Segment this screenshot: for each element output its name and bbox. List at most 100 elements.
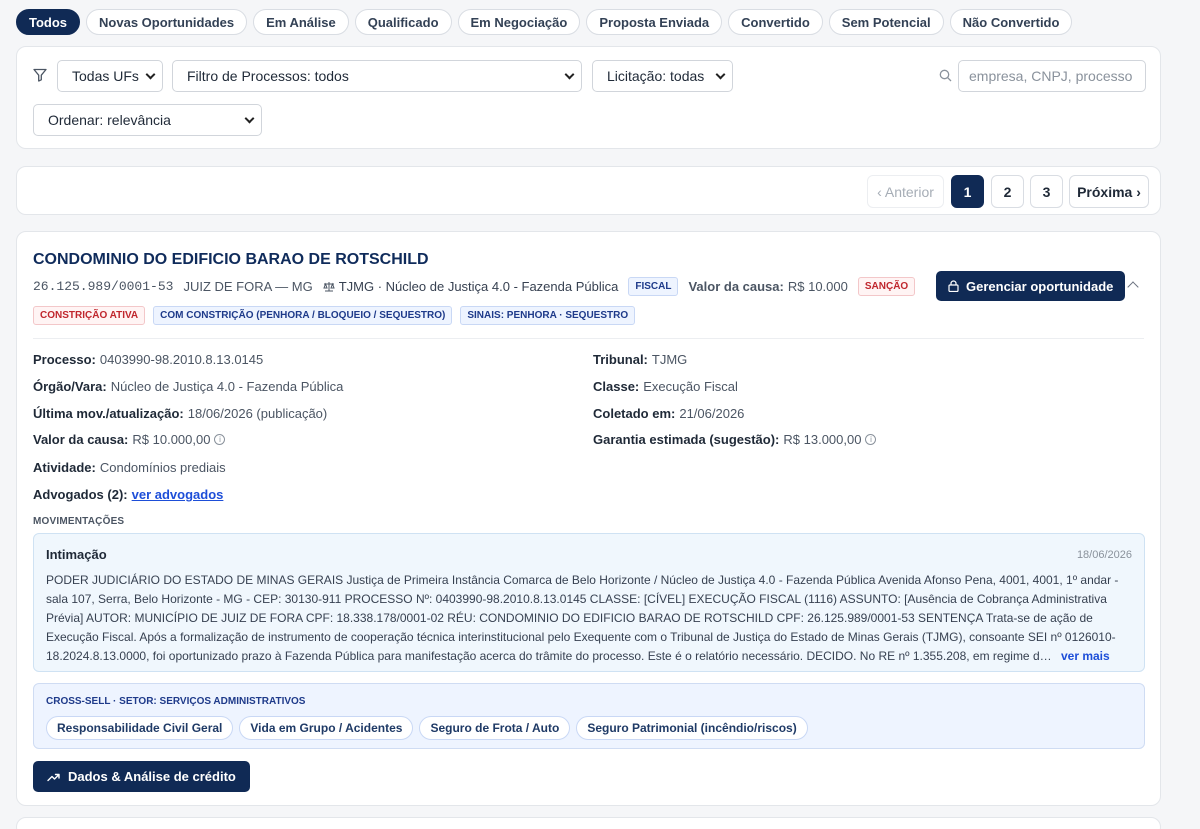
status-tabs: Todos Novas Oportunidades Em Análise Qua… <box>16 9 1073 35</box>
constricao-ativa-badge: CONSTRIÇÃO ATIVA <box>33 306 146 325</box>
advogados-label: Advogados (2): <box>33 487 128 502</box>
collapse-icon[interactable] <box>1127 281 1139 293</box>
filter-icon <box>33 68 47 82</box>
atividade-field: Atividade: Condomínios prediais <box>33 460 226 475</box>
filters-panel: Todas UFs Filtro de Processos: todos Lic… <box>16 46 1161 149</box>
manage-opportunity-label: Gerenciar oportunidade <box>966 278 1114 294</box>
tab-nao-convertido[interactable]: Não Convertido <box>949 9 1073 35</box>
uf-select[interactable]: Todas UFs <box>57 60 163 92</box>
divider <box>33 338 1144 339</box>
ordenar-select[interactable]: Ordenar: relevância <box>33 104 262 136</box>
cross-sell-panel: CROSS-SELL · SETOR: SERVIÇOS ADMINISTRAT… <box>33 683 1145 749</box>
processo-value: 0403990-98.2010.8.13.0145 <box>99 352 264 367</box>
com-constricao-badge: COM CONSTRIÇÃO (PENHORA / BLOQUEIO / SEQ… <box>153 306 453 325</box>
next-card-edge <box>16 817 1161 829</box>
uf-select-value: Todas UFs <box>72 68 139 84</box>
chevron-down-icon <box>564 69 575 79</box>
chip-responsabilidade-civil[interactable]: Responsabilidade Civil Geral <box>46 716 234 740</box>
licitacao-select[interactable]: Licitação: todas <box>592 60 733 92</box>
ultima-mov-value: 18/06/2026 (publicação) <box>187 406 328 421</box>
fiscal-badge: FISCAL <box>628 277 679 296</box>
next-page-button[interactable]: Próxima › <box>1069 175 1149 208</box>
movimentacao-item: Intimação 18/06/2026 PODER JUDICIÁRIO DO… <box>33 533 1145 672</box>
coletado-field: Coletado em: 21/06/2026 <box>593 406 744 421</box>
trending-up-icon <box>47 773 60 781</box>
sinais-badge: SINAIS: PENHORA · SEQUESTRO <box>460 306 636 325</box>
page-2-button[interactable]: 2 <box>991 175 1024 208</box>
prev-page-button[interactable]: ‹ Anterior <box>867 175 944 208</box>
manage-opportunity-button[interactable]: Gerenciar oportunidade <box>936 271 1126 301</box>
page-1-button[interactable]: 1 <box>951 175 984 208</box>
search-icon <box>939 69 952 82</box>
tribunal-field: Tribunal: TJMG <box>593 352 687 367</box>
tab-convertido[interactable]: Convertido <box>728 9 823 35</box>
company-meta: 26.125.989/0001-53 JUIZ DE FORA — MG TJM… <box>33 277 916 296</box>
tab-em-negociacao[interactable]: Em Negociação <box>457 9 581 35</box>
ver-mais-link[interactable]: ver mais <box>1061 649 1110 663</box>
chip-seguro-frota[interactable]: Seguro de Frota / Auto <box>419 716 571 740</box>
credit-analysis-label: Dados & Análise de crédito <box>68 769 236 784</box>
movimentacao-date: 18/06/2026 <box>1076 549 1132 561</box>
orgao-value: Núcleo de Justiça 4.0 - Fazenda Pública <box>110 379 344 394</box>
chip-seguro-patrimonial[interactable]: Seguro Patrimonial (incêndio/riscos) <box>576 716 808 740</box>
chevron-down-icon <box>715 69 726 79</box>
valor-causa-value: R$ 10.000,00 <box>132 432 211 447</box>
info-icon[interactable]: i <box>214 434 226 445</box>
chip-vida-em-grupo[interactable]: Vida em Grupo / Acidentes <box>239 716 414 740</box>
valor-causa-field: Valor da causa: R$ 10.000,00 i <box>33 432 226 447</box>
cnpj: 26.125.989/0001-53 <box>33 279 174 294</box>
search-input[interactable] <box>958 60 1146 92</box>
chevron-down-icon <box>244 113 255 123</box>
chevron-down-icon <box>145 69 156 79</box>
movimentacoes-label: MOVIMENTAÇÕES <box>33 516 125 527</box>
tribunal-value: TJMG <box>651 352 688 367</box>
coletado-label: Coletado em: <box>593 406 676 421</box>
page-3-button[interactable]: 3 <box>1030 175 1063 208</box>
classe-value: Execução Fiscal <box>643 379 738 394</box>
tab-todos[interactable]: Todos <box>16 9 81 35</box>
processos-select[interactable]: Filtro de Processos: todos <box>172 60 582 92</box>
pagination-bar: ‹ Anterior 1 2 3 Próxima › <box>16 166 1161 215</box>
ordenar-select-value: Ordenar: relevância <box>48 112 171 128</box>
credit-analysis-button[interactable]: Dados & Análise de crédito <box>33 761 250 792</box>
atividade-value: Condomínios prediais <box>99 460 226 475</box>
scales-icon <box>323 282 335 292</box>
licitacao-select-value: Licitação: todas <box>607 68 705 84</box>
garantia-field: Garantia estimada (sugestão): R$ 13.000,0… <box>593 432 877 447</box>
ver-advogados-link[interactable]: ver advogados <box>132 487 224 502</box>
tab-novas-oportunidades[interactable]: Novas Oportunidades <box>86 9 248 35</box>
lock-icon <box>948 280 959 292</box>
cross-sell-chips: Responsabilidade Civil Geral Vida em Gru… <box>46 716 808 740</box>
movimentacao-text: PODER JUDICIÁRIO DO ESTADO DE MINAS GERA… <box>46 571 1134 666</box>
valor-label: Valor da causa: <box>688 279 784 294</box>
city: JUIZ DE FORA — MG <box>183 279 313 294</box>
tab-em-analise[interactable]: Em Análise <box>253 9 349 35</box>
ultima-mov-label: Última mov./atualização: <box>33 406 184 421</box>
movimentacao-body: PODER JUDICIÁRIO DO ESTADO DE MINAS GERA… <box>46 573 1119 663</box>
tribunal-label: Tribunal: <box>593 352 648 367</box>
tab-sem-potencial[interactable]: Sem Potencial <box>828 9 944 35</box>
ultima-mov-field: Última mov./atualização: 18/06/2026 (publ… <box>33 406 327 421</box>
movimentacao-title: Intimação <box>46 547 107 562</box>
info-icon[interactable]: i <box>865 434 877 445</box>
orgao-field: Órgão/Vara: Núcleo de Justiça 4.0 - Fazen… <box>33 379 343 394</box>
coletado-value: 21/06/2026 <box>679 406 745 421</box>
valor-value: R$ 10.000 <box>787 279 848 294</box>
opportunity-card: CONDOMINIO DO EDIFICIO BARAO DE ROTSCHIL… <box>16 231 1161 806</box>
garantia-value: R$ 13.000,00 <box>783 432 862 447</box>
processo-field: Processo: 0403990-98.2010.8.13.0145 <box>33 352 263 367</box>
garantia-label: Garantia estimada (sugestão): <box>593 432 780 447</box>
tab-proposta-enviada[interactable]: Proposta Enviada <box>586 9 723 35</box>
court: TJMG · Núcleo de Justiça 4.0 - Fazenda P… <box>338 279 619 294</box>
valor-causa-label: Valor da causa: <box>33 432 129 447</box>
processos-select-value: Filtro de Processos: todos <box>187 68 349 84</box>
tab-qualificado[interactable]: Qualificado <box>354 9 452 35</box>
orgao-label: Órgão/Vara: <box>33 379 107 394</box>
atividade-label: Atividade: <box>33 460 96 475</box>
company-name: CONDOMINIO DO EDIFICIO BARAO DE ROTSCHIL… <box>33 251 429 268</box>
cross-sell-label: CROSS-SELL · SETOR: SERVIÇOS ADMINISTRAT… <box>46 696 306 707</box>
classe-field: Classe: Execução Fiscal <box>593 379 738 394</box>
processo-label: Processo: <box>33 352 96 367</box>
risk-badges: CONSTRIÇÃO ATIVA COM CONSTRIÇÃO (PENHORA… <box>33 306 636 325</box>
classe-label: Classe: <box>593 379 640 394</box>
